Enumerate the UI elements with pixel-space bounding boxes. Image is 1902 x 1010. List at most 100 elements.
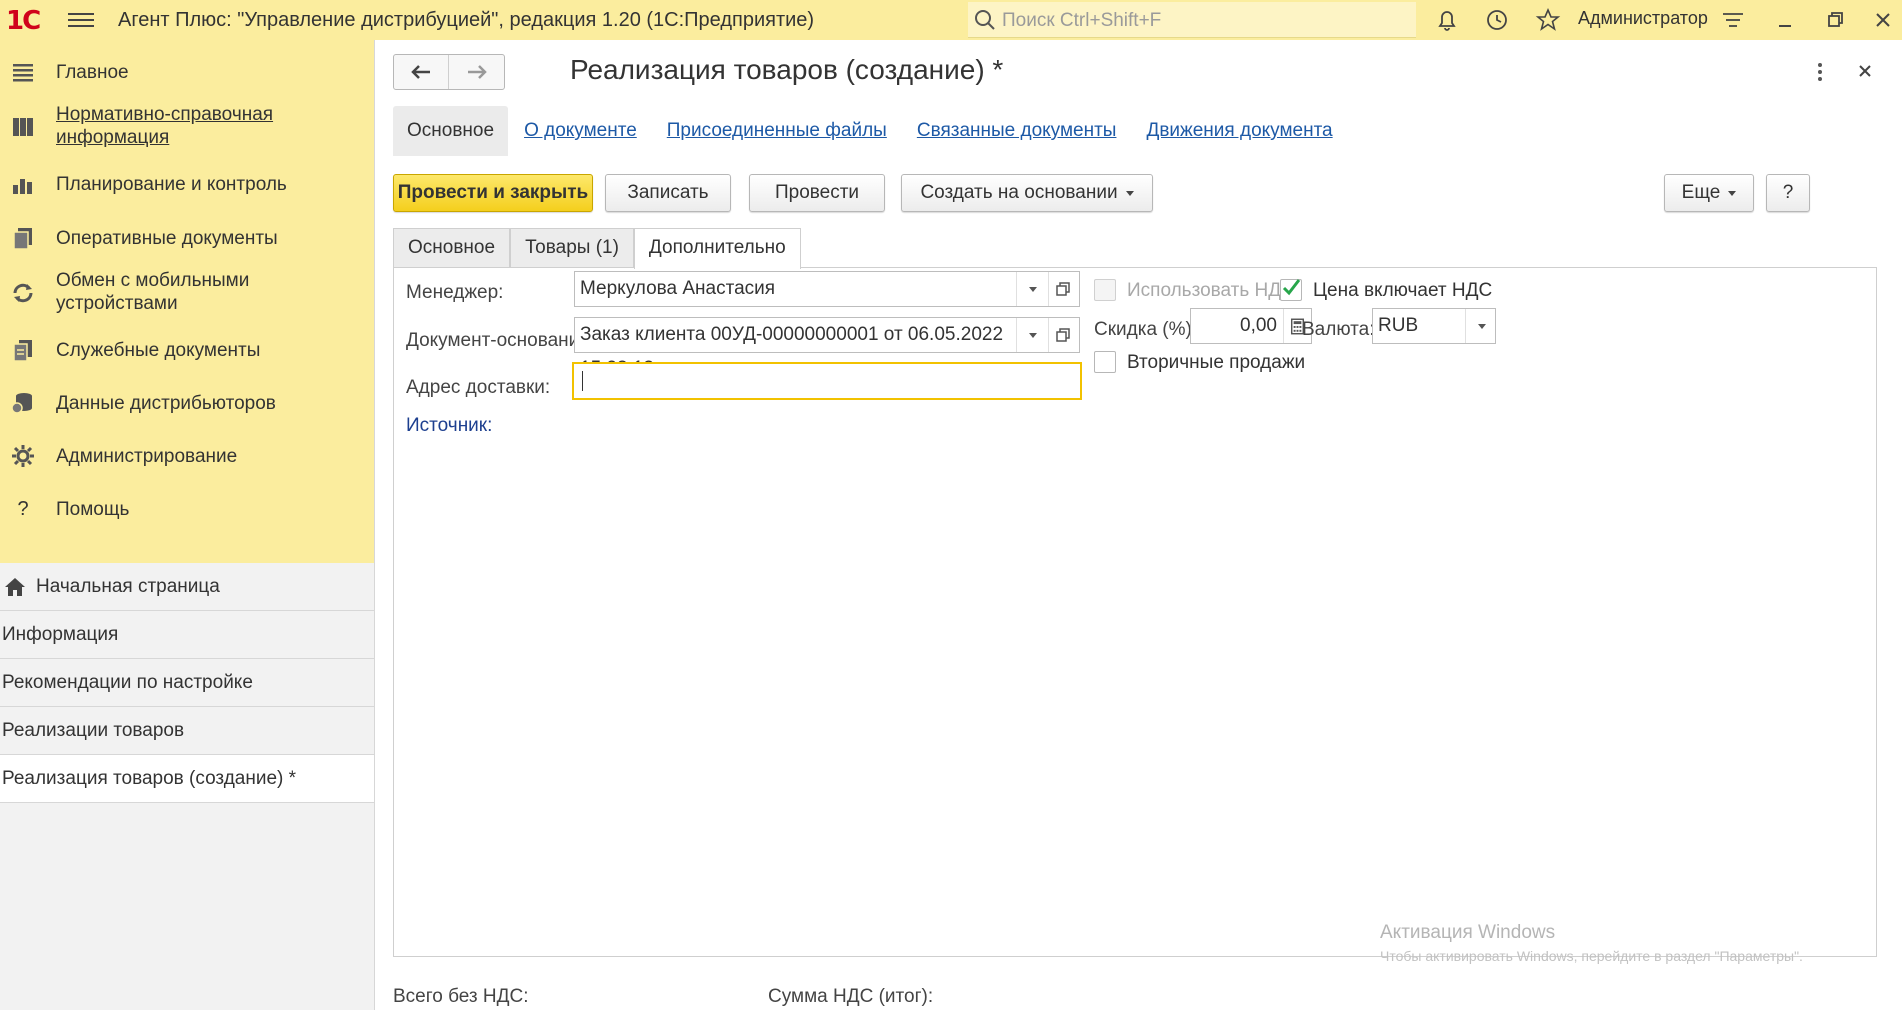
section-operations[interactable]: Оперативные документы xyxy=(0,212,374,264)
currency-label: Валюта: xyxy=(1302,319,1375,340)
address-label: Адрес доставки: xyxy=(406,377,551,398)
close-window-icon[interactable] xyxy=(1870,7,1896,33)
more-label: Еще xyxy=(1681,182,1721,203)
open-windows-list: Начальная страница Информация Рекомендац… xyxy=(0,563,374,803)
tab-additional[interactable]: Дополнительно xyxy=(633,228,801,269)
bell-icon[interactable] xyxy=(1434,7,1460,33)
more-vertical-icon[interactable] xyxy=(1814,60,1826,84)
distributor-data-icon xyxy=(11,393,32,414)
discount-value: 0,00 xyxy=(1240,315,1277,336)
chevron-down-icon xyxy=(1125,190,1134,196)
history-nav xyxy=(393,54,505,90)
gear-icon xyxy=(12,445,34,467)
section-help[interactable]: ? Помощь xyxy=(0,483,374,535)
section-label: Нормативно-справочная информация xyxy=(56,104,274,148)
basis-open-button[interactable] xyxy=(1048,318,1079,352)
total-without-vat-label: Всего без НДС: xyxy=(393,986,529,1007)
section-label: Помощь xyxy=(56,499,130,520)
windows-activation-title: Активация Windows xyxy=(1380,922,1556,943)
price-includes-vat-label: Цена включает НДС xyxy=(1313,280,1493,301)
delivery-address-input[interactable] xyxy=(572,362,1082,400)
windows-activation-hint: Чтобы активировать Windows, перейдите в … xyxy=(1380,948,1803,964)
back-button[interactable] xyxy=(394,55,450,89)
tab-main[interactable]: Основное xyxy=(393,106,509,156)
source-label[interactable]: Источник: xyxy=(406,415,492,437)
section-label: Обмен с мобильными устройствами xyxy=(56,270,250,314)
use-vat-checkbox[interactable] xyxy=(1094,279,1116,301)
app-logo: 1С xyxy=(6,6,41,36)
forward-button[interactable] xyxy=(449,55,504,89)
basis-document-field[interactable]: Заказ клиента 00УД-00000000001 от 06.05.… xyxy=(574,317,1080,379)
settings-lines-icon[interactable] xyxy=(1720,7,1746,33)
minimize-icon[interactable] xyxy=(1772,7,1798,33)
nav-label: Реализации товаров xyxy=(2,720,185,741)
restore-icon[interactable] xyxy=(1822,7,1848,33)
tab-about-document[interactable]: О документе xyxy=(510,106,651,156)
basis-dropdown-button[interactable] xyxy=(1016,318,1048,352)
text-cursor xyxy=(582,371,583,391)
section-label: Оперативные документы xyxy=(56,228,278,249)
secondary-sales-checkbox[interactable] xyxy=(1094,351,1116,373)
discount-input[interactable]: 0,00 xyxy=(1190,308,1312,344)
price-includes-vat-checkbox[interactable] xyxy=(1280,279,1302,301)
section-label: Данные дистрибьюторов xyxy=(56,393,276,414)
tab-attached-files[interactable]: Присоединенные файлы xyxy=(653,106,901,156)
section-main[interactable]: Главное xyxy=(0,46,374,98)
app-title: Агент Плюс: "Управление дистрибуцией", р… xyxy=(118,9,815,31)
title-bar: 1С Агент Плюс: "Управление дистрибуцией"… xyxy=(0,0,1902,40)
nav-label: Реализация товаров (создание) * xyxy=(2,768,297,789)
discount-label: Скидка (%): xyxy=(1094,319,1198,340)
main-menu-icon[interactable] xyxy=(68,9,94,31)
tab-document-movements[interactable]: Движения документа xyxy=(1132,106,1346,156)
post-and-close-button[interactable]: Провести и закрыть xyxy=(393,174,593,212)
manager-dropdown-button[interactable] xyxy=(1016,272,1048,306)
tab-goods[interactable]: Товары (1) xyxy=(510,228,634,268)
section-panel: Главное Нормативно-справочная информация… xyxy=(0,40,374,563)
section-planning[interactable]: Планирование и контроль xyxy=(0,158,374,210)
tab-related-documents[interactable]: Связанные документы xyxy=(903,106,1131,156)
manager-value: Меркулова Анастасия xyxy=(580,278,776,299)
user-name[interactable]: Администратор xyxy=(1578,8,1708,29)
nav-home[interactable]: Начальная страница xyxy=(0,563,374,611)
section-label: Планирование и контроль xyxy=(56,174,287,195)
service-docs-icon xyxy=(13,340,32,362)
sync-icon xyxy=(13,283,33,303)
star-icon[interactable] xyxy=(1535,7,1561,33)
section-mobile-exchange[interactable]: Обмен с мобильными устройствами xyxy=(0,262,374,324)
nav-sales-list[interactable]: Реализации товаров xyxy=(0,707,374,755)
chevron-down-icon xyxy=(1728,190,1737,196)
nav-recommendations[interactable]: Рекомендации по настройке xyxy=(0,659,374,707)
tab-basic[interactable]: Основное xyxy=(393,228,511,268)
section-distributor-data[interactable]: Данные дистрибьюторов xyxy=(0,377,374,429)
section-reference[interactable]: Нормативно-справочная информация xyxy=(0,96,374,158)
search-input[interactable]: Поиск Ctrl+Shift+F xyxy=(968,2,1416,38)
post-button[interactable]: Провести xyxy=(749,174,885,212)
nav-sale-create[interactable]: Реализация товаров (создание) * xyxy=(0,755,374,803)
close-icon[interactable] xyxy=(1854,60,1876,82)
nav-label: Рекомендации по настройке xyxy=(2,672,253,693)
currency-dropdown-button[interactable] xyxy=(1465,309,1495,343)
search-placeholder: Поиск Ctrl+Shift+F xyxy=(1002,10,1162,31)
section-label: Администрирование xyxy=(56,446,238,467)
directory-icon xyxy=(13,118,33,136)
nav-label: Информация xyxy=(2,624,119,645)
documents-icon xyxy=(13,228,32,250)
create-based-on-label: Создать на основании xyxy=(920,182,1118,203)
section-label: Служебные документы xyxy=(56,340,261,361)
help-button[interactable]: ? xyxy=(1766,174,1810,212)
create-based-on-button[interactable]: Создать на основании xyxy=(901,174,1153,212)
section-administration[interactable]: Администрирование xyxy=(0,430,374,482)
bar-chart-icon xyxy=(13,179,32,194)
form-title: Реализация товаров (создание) * xyxy=(570,54,1004,85)
history-icon[interactable] xyxy=(1484,7,1510,33)
save-button[interactable]: Записать xyxy=(605,174,731,212)
secondary-sales-label: Вторичные продажи xyxy=(1127,352,1306,373)
currency-select[interactable]: RUB xyxy=(1372,308,1496,344)
section-service-docs[interactable]: Служебные документы xyxy=(0,324,374,376)
more-button[interactable]: Еще xyxy=(1664,174,1754,212)
open-window-icon xyxy=(1056,282,1070,296)
manager-field[interactable]: Меркулова Анастасия xyxy=(574,271,1080,307)
manager-open-button[interactable] xyxy=(1048,272,1079,306)
arrow-left-icon xyxy=(411,65,430,79)
nav-information[interactable]: Информация xyxy=(0,611,374,659)
